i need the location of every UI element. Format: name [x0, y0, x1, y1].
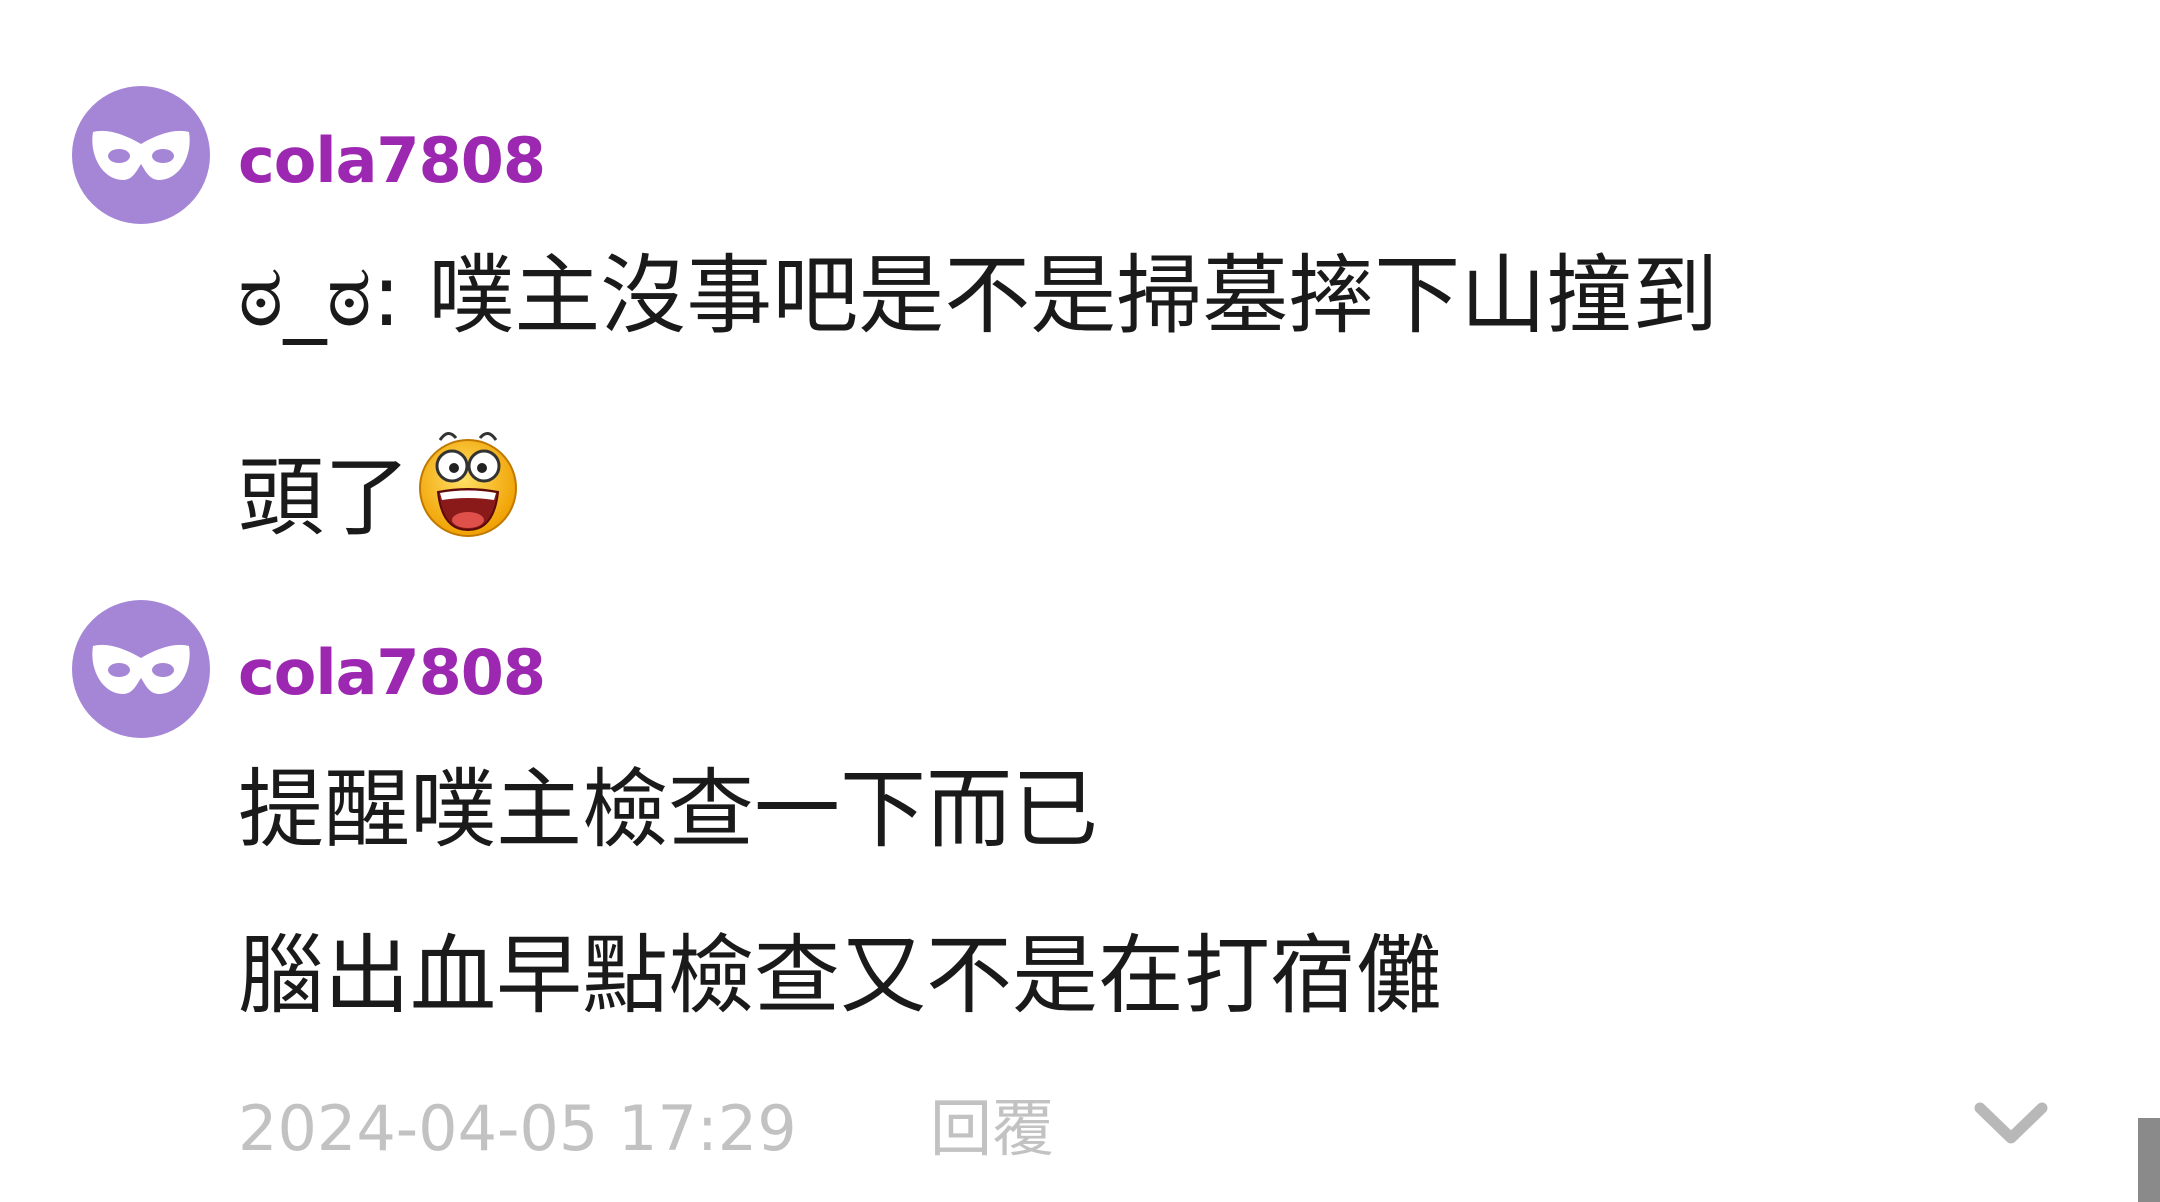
- chevron-down-icon: [1974, 1102, 2048, 1144]
- comment-username[interactable]: cola7808: [238, 642, 546, 704]
- reply-button[interactable]: 回覆: [930, 1092, 1054, 1166]
- comment-text: 提醒噗主檢查一下而已: [238, 760, 1098, 860]
- comment-timestamp: 2024-04-05 17:29: [238, 1092, 797, 1165]
- comment-text-line: 頭了: [238, 432, 522, 559]
- comment-text: 頭了: [238, 448, 410, 548]
- comment-text: ಠ_ಠ: 噗主沒事吧是不是掃墓摔下山撞到: [238, 246, 1719, 346]
- comment-text-line: ಠ_ಠ: 噗主沒事吧是不是掃墓摔下山撞到: [238, 246, 1718, 346]
- expand-button[interactable]: [1970, 1094, 2052, 1154]
- scrollbar-thumb[interactable]: [2138, 1118, 2160, 1202]
- comment-username[interactable]: cola7808: [238, 130, 546, 192]
- comment-text-line: 腦出血早點檢查又不是在打宿儺: [238, 926, 1442, 1026]
- comment-text: 腦出血早點檢查又不是在打宿儺: [238, 926, 1442, 1026]
- mask-icon: [92, 130, 190, 180]
- surprised-laughing-emoji-icon: [414, 426, 522, 559]
- comment-text-line: 提醒噗主檢查一下而已: [238, 760, 1098, 860]
- avatar[interactable]: [72, 600, 210, 738]
- mask-icon: [92, 644, 190, 694]
- avatar[interactable]: [72, 86, 210, 224]
